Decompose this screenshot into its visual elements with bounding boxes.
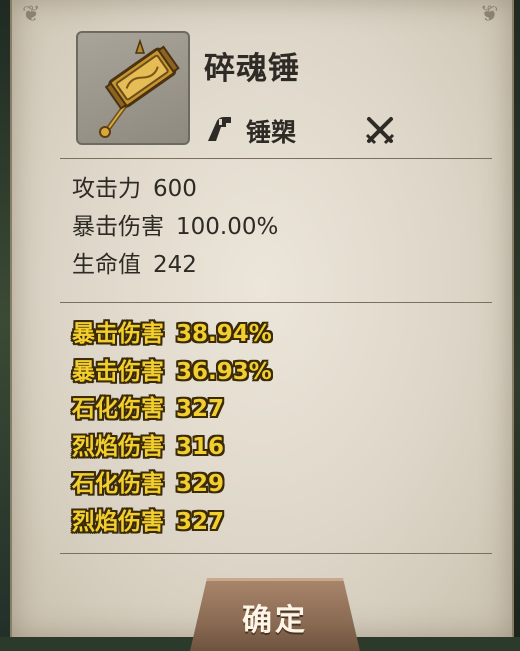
- confirm-button[interactable]: 确定: [190, 578, 360, 651]
- corner-ornament-icon: ❦: [479, 2, 498, 27]
- hammer-class-icon: [208, 117, 231, 141]
- stat-row: 攻击力 600: [72, 170, 492, 208]
- affix-row: 烈焰伤害 327: [72, 504, 272, 542]
- affix-value: 327: [176, 396, 225, 422]
- item-thumbnail: [76, 31, 190, 145]
- item-type-label: 锤槊: [246, 118, 297, 147]
- affix-label: 暴击伤害: [72, 321, 164, 347]
- divider: [60, 158, 492, 159]
- affix-list: 暴击伤害 38.94% 暴击伤害 36.93% 石化伤害 327 烈焰伤害 316 石化…: [72, 316, 272, 541]
- stat-label: 暴击伤害: [72, 214, 164, 240]
- affix-value: 36.93%: [176, 358, 272, 385]
- hammer-icon: [99, 38, 180, 138]
- affix-row: 暴击伤害 36.93%: [72, 354, 272, 392]
- base-stats-list: 攻击力 600 暴击伤害 100.00% 生命值 242: [72, 170, 492, 288]
- divider: [60, 302, 492, 303]
- stat-row: 生命值 242: [72, 246, 492, 284]
- affix-value: 329: [176, 471, 225, 497]
- stat-label: 生命值: [72, 252, 141, 278]
- stat-row: 暴击伤害 100.00%: [72, 208, 492, 246]
- stat-label: 攻击力: [72, 176, 141, 202]
- affix-label: 石化伤害: [72, 471, 164, 497]
- affix-row: 石化伤害 327: [72, 391, 272, 429]
- affix-row: 烈焰伤害 316: [72, 429, 272, 467]
- affix-row: 暴击伤害 38.94%: [72, 316, 272, 354]
- crossed-swords-icon: [365, 117, 395, 145]
- stat-value: 100.00%: [176, 214, 279, 240]
- corner-ornament-icon: ❦: [22, 2, 41, 27]
- affix-value: 327: [176, 508, 225, 535]
- stat-value: 242: [153, 252, 197, 278]
- affix-value: 38.94%: [176, 321, 272, 347]
- confirm-button-label: 确定: [242, 603, 308, 638]
- affix-label: 烈焰伤害: [72, 508, 164, 535]
- affix-label: 暴击伤害: [72, 358, 164, 385]
- affix-value: 316: [176, 433, 225, 460]
- item-name: 碎魂锤: [204, 51, 300, 87]
- affix-row: 石化伤害 329: [72, 466, 272, 504]
- affix-label: 石化伤害: [72, 396, 164, 422]
- affix-label: 烈焰伤害: [72, 433, 164, 460]
- stat-value: 600: [153, 176, 197, 202]
- divider: [60, 553, 492, 554]
